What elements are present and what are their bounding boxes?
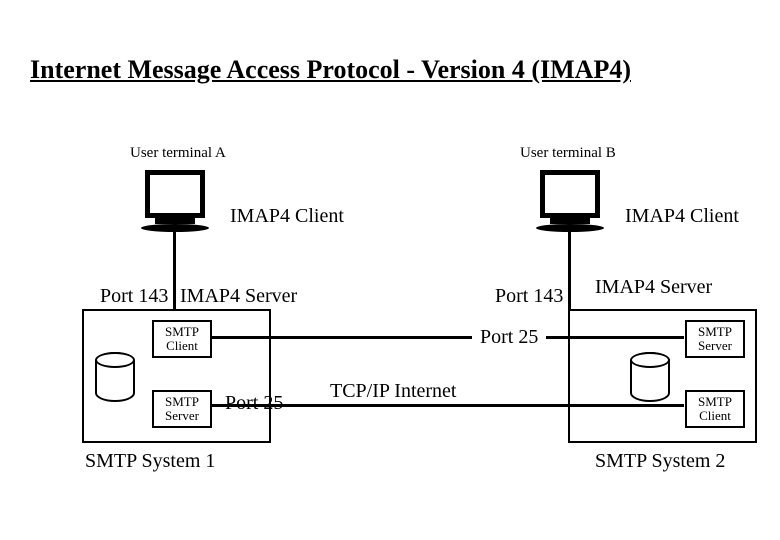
- smtp-client-2-box: SMTPClient: [685, 390, 745, 428]
- terminal-b-label: User terminal B: [520, 145, 616, 162]
- line-a-vert: [173, 232, 176, 309]
- cylinder-1-icon: [95, 352, 135, 402]
- monitor-a-base: [141, 224, 209, 232]
- smtp-server-2-box: SMTPServer: [685, 320, 745, 358]
- port143-a-label: Port 143: [100, 285, 168, 308]
- monitor-b-icon: [540, 170, 600, 218]
- page-title: Internet Message Access Protocol - Versi…: [30, 55, 631, 85]
- imap-client-b-label: IMAP4 Client: [625, 205, 739, 228]
- smtp-server-1-box: SMTPServer: [152, 390, 212, 428]
- monitor-a-icon: [145, 170, 205, 218]
- smtp-client-1-box: SMTPClient: [152, 320, 212, 358]
- terminal-a-label: User terminal A: [130, 145, 226, 162]
- line-upper-right-ext: [566, 336, 684, 339]
- cylinder-2-icon: [630, 352, 670, 402]
- imap-server-a-label: IMAP4 Server: [180, 285, 297, 308]
- imap-server-b-label: IMAP4 Server: [595, 276, 712, 299]
- line-port25-right: [546, 336, 568, 339]
- system-1-label: SMTP System 1: [85, 450, 215, 473]
- line-b-vert: [568, 232, 571, 309]
- imap-client-a-label: IMAP4 Client: [230, 205, 344, 228]
- port143-b-label: Port 143: [495, 285, 563, 308]
- monitor-b-base: [536, 224, 604, 232]
- system-2-label: SMTP System 2: [595, 450, 725, 473]
- port25-left-label: Port 25: [225, 392, 283, 415]
- line-lower-right-ext: [566, 404, 684, 407]
- line-smtp-out: [212, 336, 472, 339]
- port25-right-label: Port 25: [480, 326, 538, 349]
- tcpip-label: TCP/IP Internet: [330, 380, 456, 403]
